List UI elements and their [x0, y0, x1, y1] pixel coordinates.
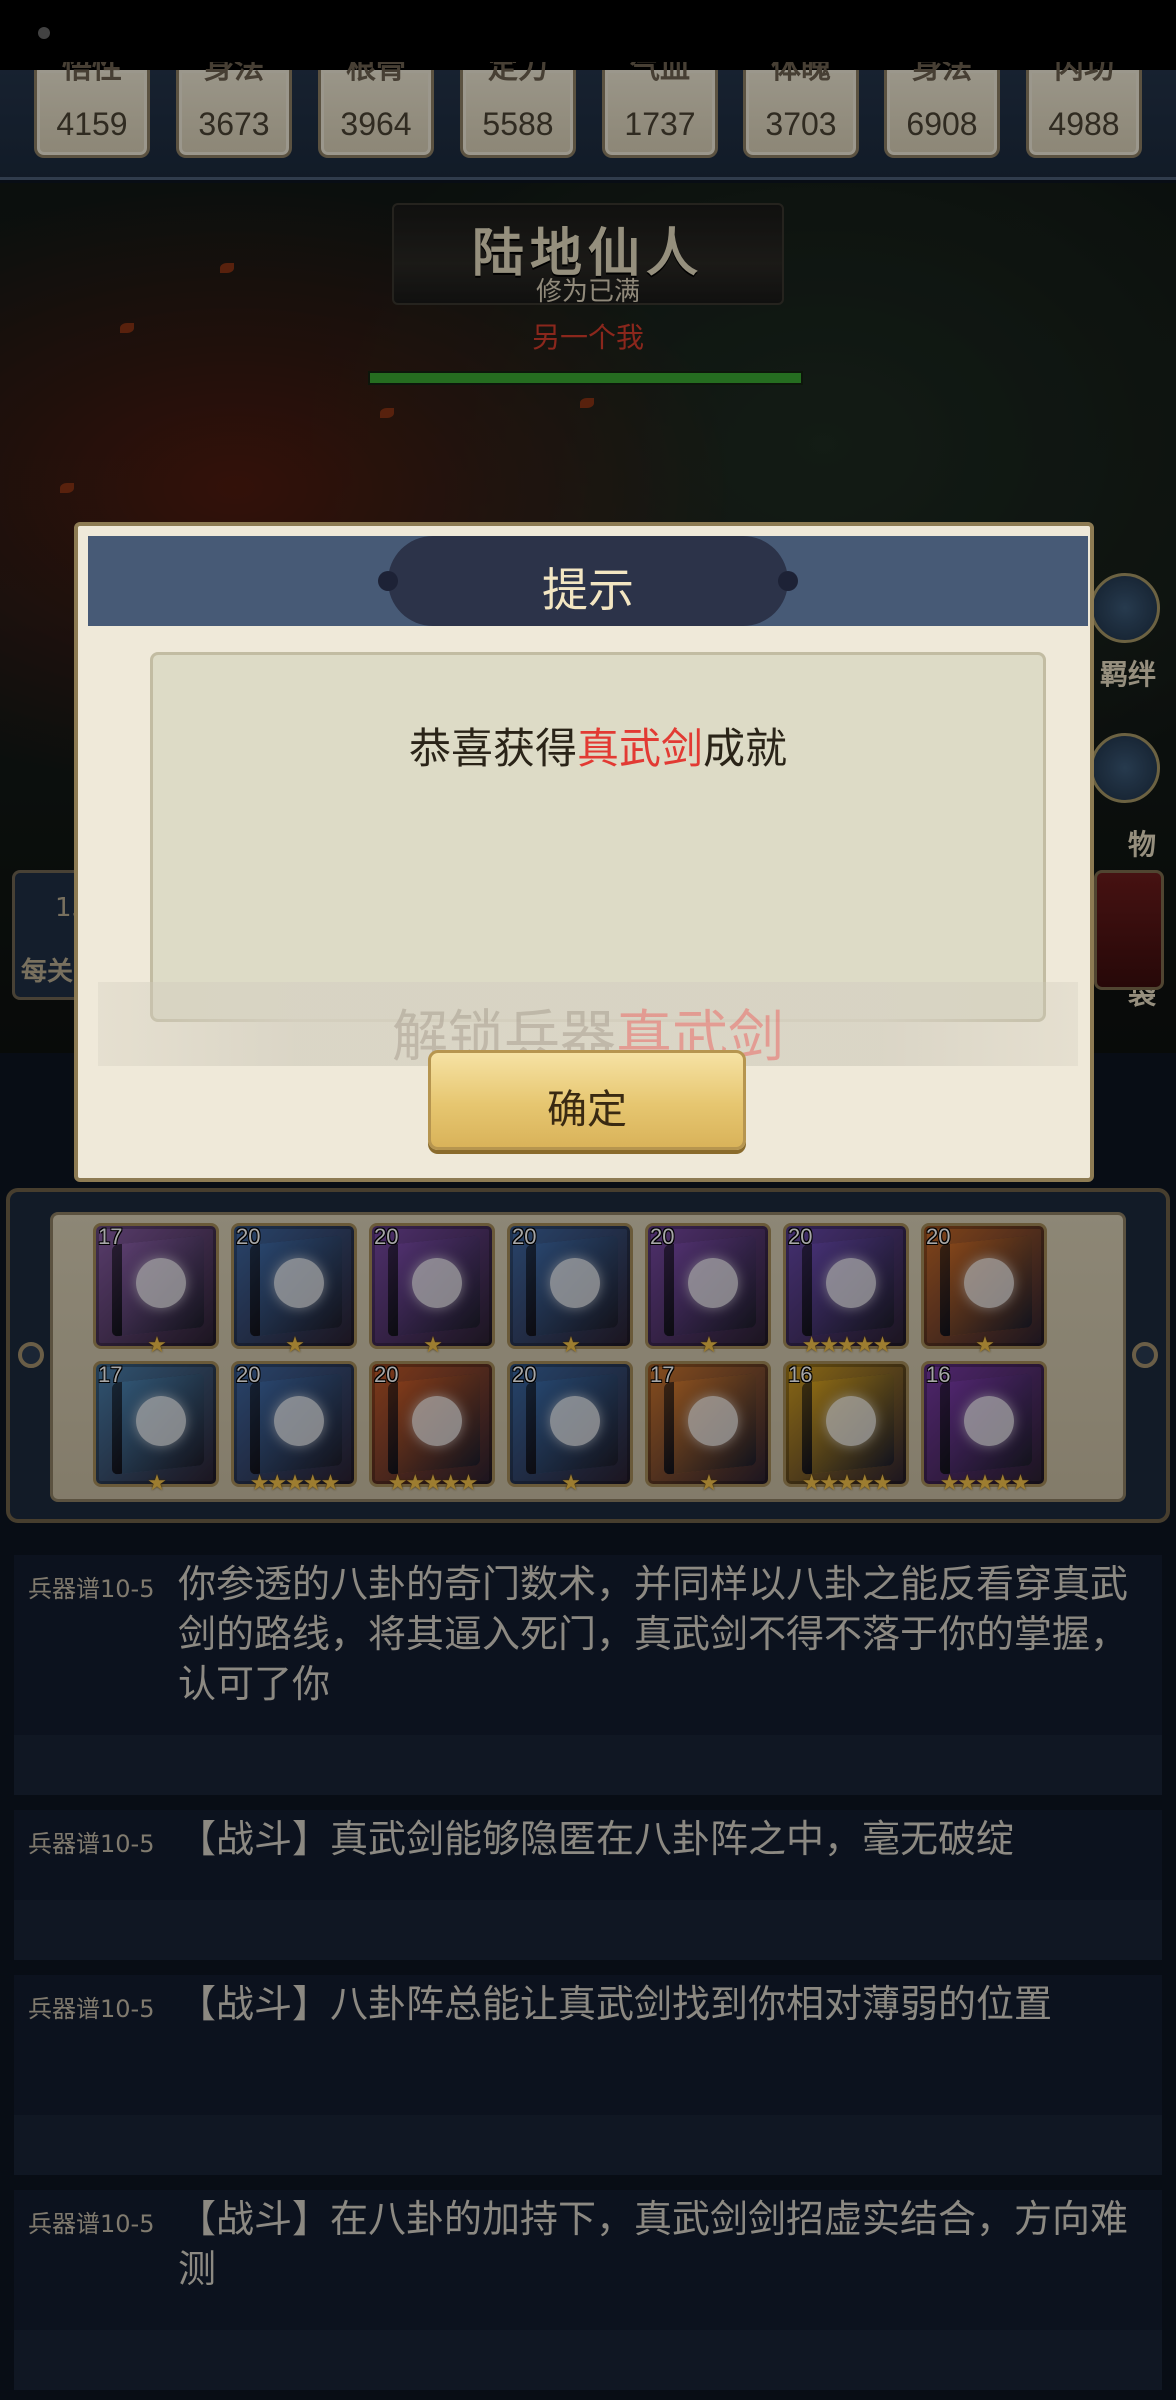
achievement-name: 真武剑: [576, 724, 703, 773]
confirm-label: 确定: [547, 1087, 627, 1133]
message-box: 恭喜获得真武剑成就: [150, 652, 1046, 1022]
modal-overlay: [0, 0, 1176, 2400]
achievement-message: 恭喜获得真武剑成就: [408, 724, 788, 773]
dialog-header: 提示: [88, 536, 1088, 626]
game-screen: 悟性 4159 身法 3673 根骨 3964 定力 5588 气血 1737 体魄 370…: [0, 0, 1176, 2400]
confirm-button[interactable]: 确定: [428, 1050, 746, 1150]
dialog-title-pill: 提示: [378, 536, 798, 626]
dialog-title: 提示: [542, 563, 634, 617]
